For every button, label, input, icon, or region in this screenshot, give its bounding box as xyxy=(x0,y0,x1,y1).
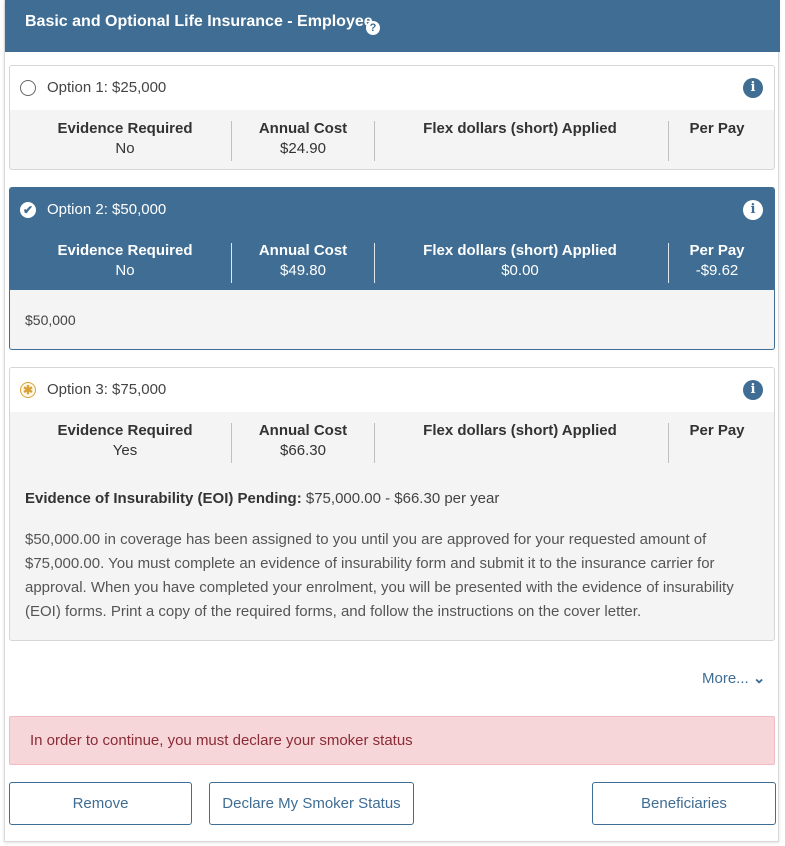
per-pay-stat: Per Pay xyxy=(677,120,757,158)
flex-label: Flex dollars (short) Applied xyxy=(423,120,617,137)
divider xyxy=(668,121,669,161)
pending-radio-icon[interactable]: ✱ xyxy=(20,382,36,398)
divider xyxy=(231,243,232,283)
flex-stat: Flex dollars (short) Applied xyxy=(405,422,635,460)
flex-value xyxy=(405,140,635,158)
divider xyxy=(668,243,669,283)
annual-cost-label: Annual Cost xyxy=(258,242,348,259)
evidence-value: No xyxy=(115,262,135,279)
annual-cost-stat: Annual Cost $24.90 xyxy=(243,120,363,158)
option-stats: Evidence Required Yes Annual Cost $66.30… xyxy=(10,412,774,470)
eoi-title: Evidence of Insurability (EOI) Pending: xyxy=(25,490,302,507)
life-insurance-panel: Basic and Optional Life Insurance - Empl… xyxy=(4,0,780,842)
option-card-3[interactable]: ✱ Option 3: $75,000 i Evidence Required … xyxy=(9,367,775,641)
per-pay-label: Per Pay xyxy=(689,242,745,259)
option-label: Option 1: $25,000 xyxy=(47,79,167,96)
panel-title: Basic and Optional Life Insurance - Empl… xyxy=(25,13,373,30)
remove-button[interactable]: Remove xyxy=(9,782,192,825)
annual-cost-value: $66.30 xyxy=(280,442,326,459)
per-pay-value: -$9.62 xyxy=(695,262,739,279)
divider xyxy=(374,423,375,463)
declare-smoker-status-button[interactable]: Declare My Smoker Status xyxy=(209,782,414,825)
eoi-pending-heading: Evidence of Insurability (EOI) Pending: … xyxy=(25,490,499,507)
flex-value: $0.00 xyxy=(501,262,539,279)
coverage-amount: $50,000 xyxy=(25,312,76,328)
option-header[interactable]: ✔ Option 2: $50,000 i xyxy=(10,188,774,232)
option-header[interactable]: ✱ Option 3: $75,000 i xyxy=(10,368,774,412)
check-circle-icon[interactable]: ✔ xyxy=(20,202,36,218)
eoi-description: $50,000.00 in coverage has been assigned… xyxy=(25,531,734,620)
flex-label: Flex dollars (short) Applied xyxy=(423,422,617,439)
per-pay-label: Per Pay xyxy=(689,120,745,137)
evidence-stat: Evidence Required Yes xyxy=(55,422,195,460)
alert-message: In order to continue, you must declare y… xyxy=(30,732,413,749)
annual-cost-label: Annual Cost xyxy=(258,120,348,137)
flex-stat: Flex dollars (short) Applied $0.00 xyxy=(405,242,635,280)
option-stats: Evidence Required No Annual Cost $24.90 … xyxy=(10,110,774,168)
beneficiaries-button[interactable]: Beneficiaries xyxy=(592,782,776,825)
panel-header: Basic and Optional Life Insurance - Empl… xyxy=(5,0,780,52)
info-icon[interactable]: i xyxy=(743,200,763,220)
option-stats: Evidence Required No Annual Cost $49.80 … xyxy=(10,232,774,290)
per-pay-stat: Per Pay -$9.62 xyxy=(677,242,757,280)
evidence-label: Evidence Required xyxy=(57,120,193,137)
option-card-1[interactable]: Option 1: $25,000 i Evidence Required No… xyxy=(9,65,775,170)
flex-stat: Flex dollars (short) Applied xyxy=(405,120,635,158)
info-icon[interactable]: i xyxy=(743,380,763,400)
chevron-down-icon: ⌄ xyxy=(752,670,766,687)
option-label: Option 3: $75,000 xyxy=(47,381,167,398)
divider xyxy=(231,121,232,161)
eoi-amount: $75,000.00 - $66.30 per year xyxy=(305,490,500,507)
evidence-value: No xyxy=(115,140,135,157)
annual-cost-value: $49.80 xyxy=(280,262,326,279)
per-pay-label: Per Pay xyxy=(689,422,745,439)
per-pay-value xyxy=(677,442,757,460)
flex-label: Flex dollars (short) Applied xyxy=(423,242,617,259)
evidence-stat: Evidence Required No xyxy=(55,120,195,158)
annual-cost-stat: Annual Cost $66.30 xyxy=(243,422,363,460)
smoker-status-alert: In order to continue, you must declare y… xyxy=(9,716,775,765)
option-label: Option 2: $50,000 xyxy=(47,201,167,218)
annual-cost-label: Annual Cost xyxy=(258,422,348,439)
divider xyxy=(374,243,375,283)
radio-button-unchecked[interactable] xyxy=(20,80,36,96)
evidence-stat: Evidence Required No xyxy=(55,242,195,280)
more-label: More... xyxy=(702,670,749,687)
option-header[interactable]: Option 1: $25,000 i xyxy=(10,66,774,110)
evidence-label: Evidence Required xyxy=(57,422,193,439)
help-icon[interactable]: ? xyxy=(366,21,380,35)
info-icon[interactable]: i xyxy=(743,78,763,98)
divider xyxy=(374,121,375,161)
annual-cost-stat: Annual Cost $49.80 xyxy=(243,242,363,280)
evidence-label: Evidence Required xyxy=(57,242,193,259)
option-card-2[interactable]: ✔ Option 2: $50,000 i Evidence Required … xyxy=(9,187,775,350)
more-link[interactable]: More... ⌄ xyxy=(702,669,765,687)
flex-value xyxy=(405,442,635,460)
divider xyxy=(668,423,669,463)
per-pay-value xyxy=(677,140,757,158)
divider xyxy=(231,423,232,463)
per-pay-stat: Per Pay xyxy=(677,422,757,460)
evidence-value: Yes xyxy=(112,442,138,459)
annual-cost-value: $24.90 xyxy=(280,140,326,157)
